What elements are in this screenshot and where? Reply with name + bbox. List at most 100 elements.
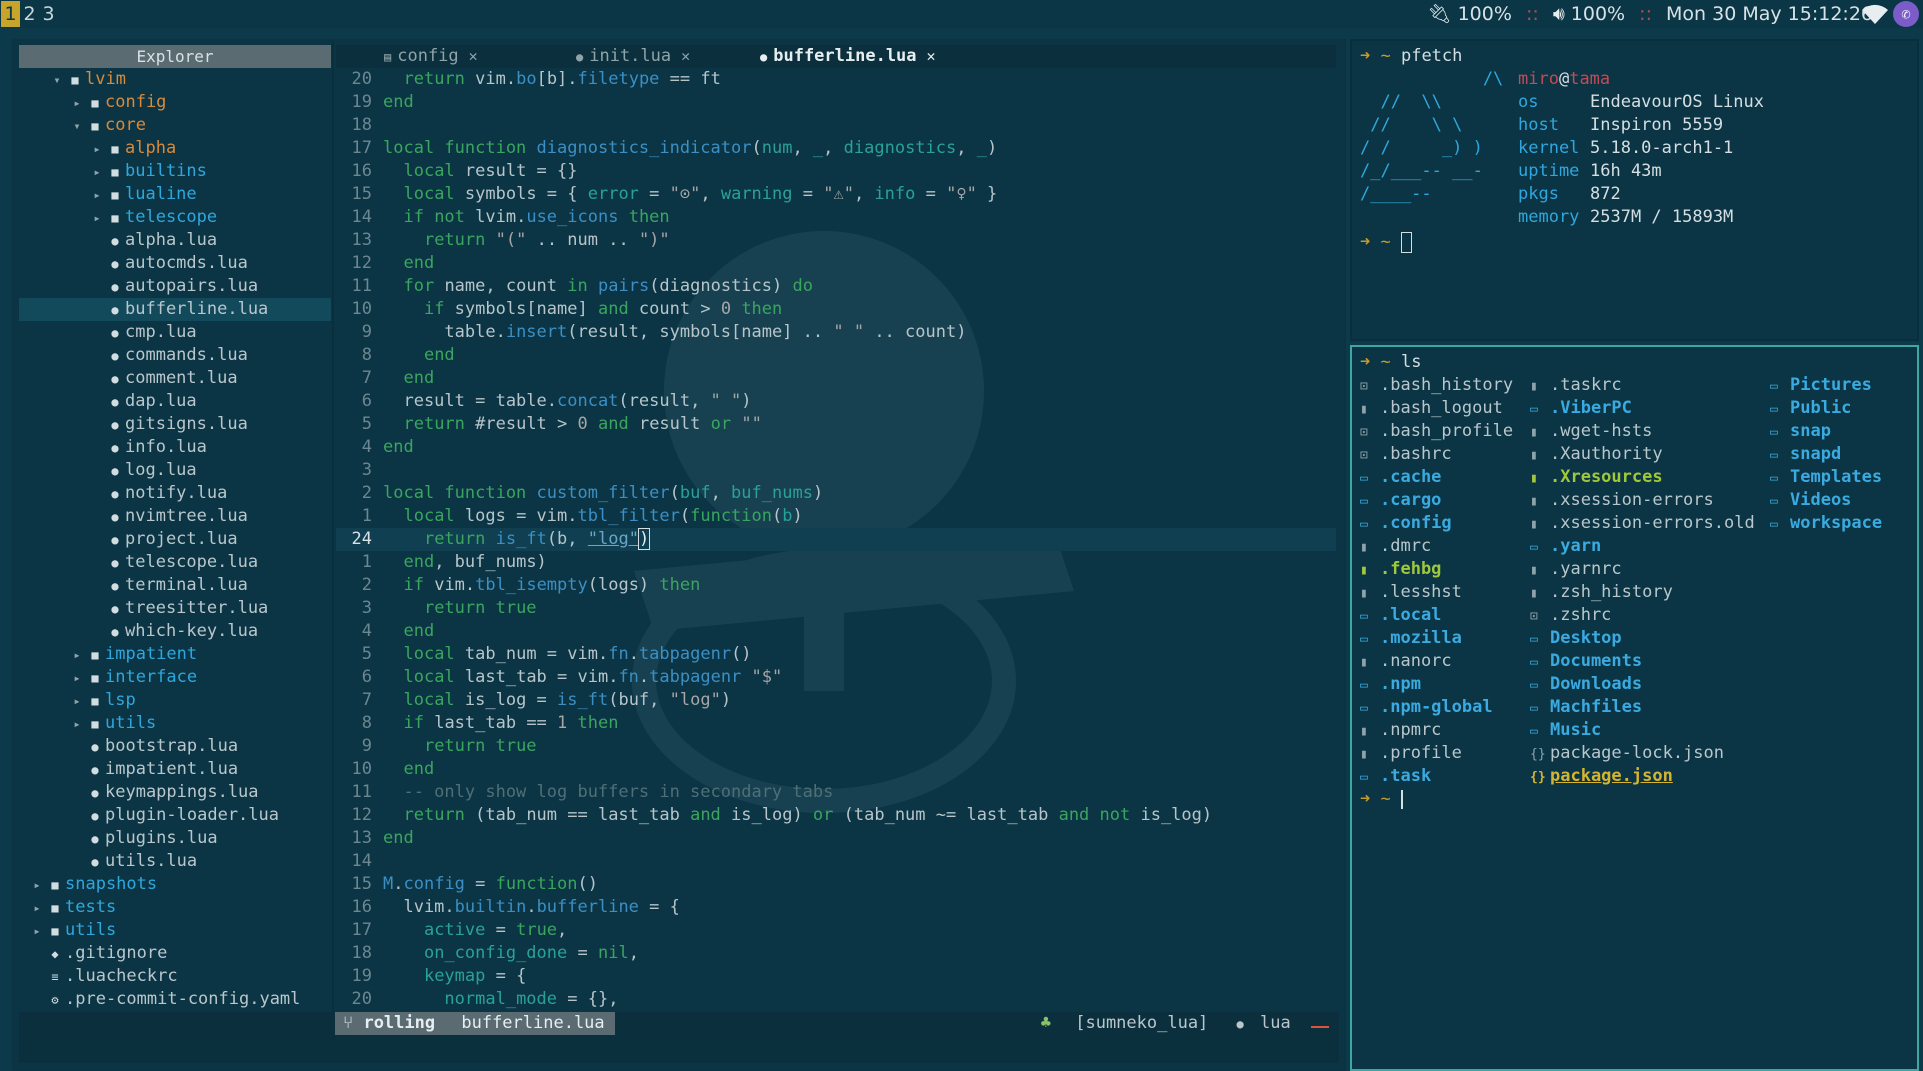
tree-folder[interactable]: ▸ ■ builtins [19, 160, 331, 183]
tree-folder[interactable]: ▸ ■ lsp [19, 689, 331, 712]
tree-file[interactable]: ≡ .luacheckrc [19, 965, 331, 988]
tree-folder[interactable]: ▸ ■ lualine [19, 183, 331, 206]
code-line[interactable]: 18 on_config_done = nil, [336, 942, 1336, 965]
code-line[interactable]: 13 end [336, 827, 1336, 850]
code-line[interactable]: 10 end [336, 758, 1336, 781]
tree-file[interactable]: ● treesitter.lua [19, 597, 331, 620]
tree-file[interactable]: ● alpha.lua [19, 229, 331, 252]
tree-file[interactable]: ● gitsigns.lua [19, 413, 331, 436]
workspace-1[interactable]: 1 [1, 1, 20, 27]
close-icon[interactable]: ✕ [469, 47, 478, 65]
viber-tray-icon[interactable]: ✆ [1893, 1, 1919, 27]
code-line[interactable]: 7 end [336, 367, 1336, 390]
tree-file[interactable]: ● plugin-loader.lua [19, 804, 331, 827]
tree-file[interactable]: ⚙ .pre-commit-config.yaml [19, 988, 331, 1011]
tree-folder[interactable]: ▸ ■ alpha [19, 137, 331, 160]
code-line[interactable]: 19 end [336, 91, 1336, 114]
tree-file[interactable]: ● which-key.lua [19, 620, 331, 643]
tree-file[interactable]: ● project.lua [19, 528, 331, 551]
code-line[interactable]: 6 local last_tab = vim.fn.tabpagenr "$" [336, 666, 1336, 689]
terminal-pfetch[interactable]: ➜ ~ pfetch /\ // \\ // \ \ / / _) ) /_/___… [1350, 39, 1919, 341]
tree-file[interactable]: ● plugins.lua [19, 827, 331, 850]
code-line[interactable]: 5 return #result > 0 and result or "" [336, 413, 1336, 436]
code-line[interactable]: 5 local tab_num = vim.fn.tabpagenr() [336, 643, 1336, 666]
tree-file[interactable]: ● terminal.lua [19, 574, 331, 597]
tree-file[interactable]: ● log.lua [19, 459, 331, 482]
code-line[interactable]: 4 end [336, 620, 1336, 643]
code-line[interactable]: 16 local result = {} [336, 160, 1336, 183]
code-line[interactable]: 6 result = table.concat(result, " ") [336, 390, 1336, 413]
code-line[interactable]: 13 return "(" .. num .. ")" [336, 229, 1336, 252]
tree-folder[interactable]: ▸ ■ snapshots [19, 873, 331, 896]
workspace-3[interactable]: 3 [39, 1, 58, 27]
code-line[interactable]: 2 local function custom_filter(buf, buf_n… [336, 482, 1336, 505]
code-line[interactable]: 12 return (tab_num == last_tab and is_lo… [336, 804, 1336, 827]
workspace-2[interactable]: 2 [20, 1, 39, 27]
tab-bufferline-lua[interactable]: ● bufferline.lua ✕ [760, 45, 936, 68]
tree-folder[interactable]: ▸ ■ utils [19, 919, 331, 942]
code-line[interactable]: 8 end [336, 344, 1336, 367]
code-line[interactable]: 14 [336, 850, 1336, 873]
code-line[interactable]: 7 local is_log = is_ft(buf, "log") [336, 689, 1336, 712]
code-line[interactable]: 3 [336, 459, 1336, 482]
tree-file[interactable]: ● autopairs.lua [19, 275, 331, 298]
code-line[interactable]: 4 end [336, 436, 1336, 459]
code-editor[interactable]: 20 return vim.bo[b].filetype == ft 19 end 1… [336, 68, 1336, 1011]
code-line[interactable]: 11 -- only show log buffers in secondary… [336, 781, 1336, 804]
code-line[interactable]: 15 M.config = function() [336, 873, 1336, 896]
code-line[interactable]: 2 if vim.tbl_isempty(logs) then [336, 574, 1336, 597]
tree-file[interactable]: ● utils.lua [19, 850, 331, 873]
tree-folder[interactable]: ▸ ■ telescope [19, 206, 331, 229]
tree-file[interactable]: ● info.lua [19, 436, 331, 459]
tree-folder[interactable]: ▸ ■ interface [19, 666, 331, 689]
tree-folder[interactable]: ▸ ■ tests [19, 896, 331, 919]
tree-file[interactable]: ◆ .gitignore [19, 942, 331, 965]
code-line[interactable]: 9 return true [336, 735, 1336, 758]
terminal-ls[interactable]: ➜ ~ ls ⊡ .bash_history ▮ .bash_logout ⊡ .bash… [1350, 345, 1919, 1071]
tree-file[interactable]: ● cmp.lua [19, 321, 331, 344]
tree-file[interactable]: ● impatient.lua [19, 758, 331, 781]
code-line[interactable]: 11 for name, count in pairs(diagnostics)… [336, 275, 1336, 298]
tree-folder[interactable]: ▸ ■ config [19, 91, 331, 114]
code-line[interactable]: 8 if last_tab == 1 then [336, 712, 1336, 735]
tree-folder[interactable]: ▾ ■ lvim [19, 68, 331, 91]
explorer-divider[interactable] [332, 41, 334, 1041]
tree-folder[interactable]: ▸ ■ impatient [19, 643, 331, 666]
code-line[interactable]: 1 local logs = vim.tbl_filter(function(b… [336, 505, 1336, 528]
code-line[interactable]: 19 keymap = { [336, 965, 1336, 988]
tree-file[interactable]: ● telescope.lua [19, 551, 331, 574]
code-line[interactable]: 20 return vim.bo[b].filetype == ft [336, 68, 1336, 91]
tree-file[interactable]: ● keymappings.lua [19, 781, 331, 804]
code-line[interactable]: 1 end, buf_nums) [336, 551, 1336, 574]
close-icon[interactable]: ✕ [927, 47, 936, 65]
tree-file[interactable]: ● commands.lua [19, 344, 331, 367]
code-line[interactable]: 16 lvim.builtin.bufferline = { [336, 896, 1336, 919]
code-line[interactable]: 9 table.insert(result, symbols[name] .. … [336, 321, 1336, 344]
close-icon[interactable]: ✕ [681, 47, 690, 65]
tab-config[interactable]: ▤ config ✕ [384, 45, 478, 68]
tree-file[interactable]: ● comment.lua [19, 367, 331, 390]
command-line[interactable] [19, 1035, 1339, 1063]
tree-file[interactable]: ● nvimtree.lua [19, 505, 331, 528]
code-line[interactable]: 15 local symbols = { error = "⊙", warnin… [336, 183, 1336, 206]
code-token: "log" [587, 529, 639, 549]
tree-file[interactable]: ● bufferline.lua [19, 298, 331, 321]
code-line[interactable]: 3 return true [336, 597, 1336, 620]
code-line[interactable]: 14 if not lvim.use_icons then [336, 206, 1336, 229]
prompt: ➜ ~ [1360, 352, 1391, 372]
code-line[interactable]: 10 if symbols[name] and count > 0 then [336, 298, 1336, 321]
tree-file[interactable]: ● dap.lua [19, 390, 331, 413]
code-line[interactable]: 18 [336, 114, 1336, 137]
tree-file[interactable]: ● notify.lua [19, 482, 331, 505]
code-line[interactable]: 12 end [336, 252, 1336, 275]
tree-file[interactable]: ● bootstrap.lua [19, 735, 331, 758]
wifi-icon[interactable] [1861, 2, 1889, 26]
code-line[interactable]: 24 return is_ft(b, "log") [336, 528, 1336, 551]
tab-init-lua[interactable]: ● init.lua ✕ [576, 45, 690, 68]
code-line[interactable]: 17 active = true, [336, 919, 1336, 942]
tree-folder[interactable]: ▾ ■ core [19, 114, 331, 137]
tree-file[interactable]: ● autocmds.lua [19, 252, 331, 275]
code-line[interactable]: 17 local function diagnostics_indicator(n… [336, 137, 1336, 160]
tree-folder[interactable]: ▸ ■ utils [19, 712, 331, 735]
code-line[interactable]: 20 normal_mode = {}, [336, 988, 1336, 1011]
